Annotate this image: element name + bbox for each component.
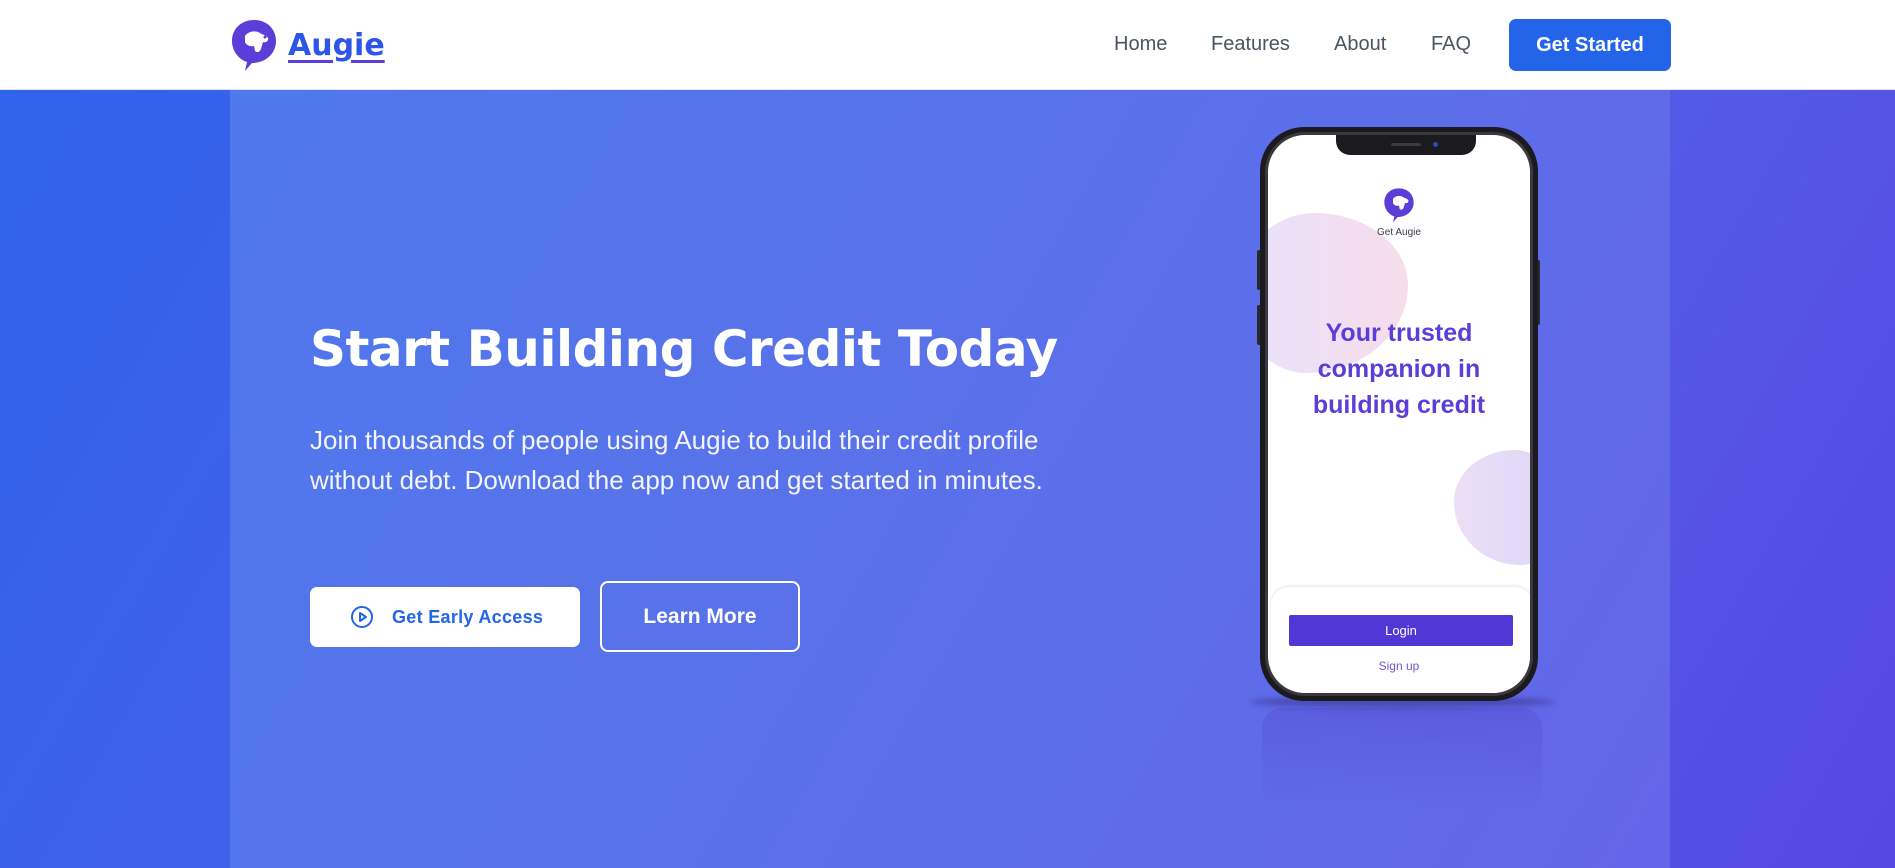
phone-speaker — [1391, 143, 1421, 146]
nav-about[interactable]: About — [1334, 33, 1386, 56]
phone-camera — [1433, 142, 1438, 147]
nav-home[interactable]: Home — [1114, 33, 1167, 56]
dog-head-logo-icon — [1384, 188, 1414, 223]
phone-mockup: Get Augie Your trusted companion in buil… — [1260, 127, 1538, 701]
get-early-access-label: Get Early Access — [392, 606, 544, 627]
phone-reflection — [1262, 708, 1542, 808]
app-signup-link[interactable]: Sign up — [1268, 659, 1530, 673]
main-nav: Home Features About FAQ Get Started — [0, 0, 1895, 90]
phone-frame: Get Augie Your trusted companion in buil… — [1265, 132, 1533, 696]
decorative-blob — [1454, 450, 1530, 565]
phone-notch — [1336, 135, 1476, 155]
app-login-button[interactable]: Login — [1289, 615, 1513, 646]
phone-screen: Get Augie Your trusted companion in buil… — [1268, 135, 1530, 693]
get-started-button[interactable]: Get Started — [1509, 19, 1671, 71]
hero-subtitle: Join thousands of people using Augie to … — [310, 425, 1043, 495]
nav-features[interactable]: Features — [1211, 33, 1290, 56]
nav-faq[interactable]: FAQ — [1431, 33, 1471, 56]
site-header: Augie Home Features About FAQ Get Starte… — [0, 0, 1895, 90]
get-early-access-button[interactable]: Get Early Access — [310, 587, 580, 647]
app-tagline: Your trusted companion in building credi… — [1312, 319, 1486, 419]
learn-more-button[interactable]: Learn More — [600, 581, 800, 652]
play-circle-icon — [351, 606, 373, 628]
hero-title: Start Building Credit Today — [310, 320, 1058, 378]
app-brand-name: Get Augie — [1377, 227, 1421, 238]
